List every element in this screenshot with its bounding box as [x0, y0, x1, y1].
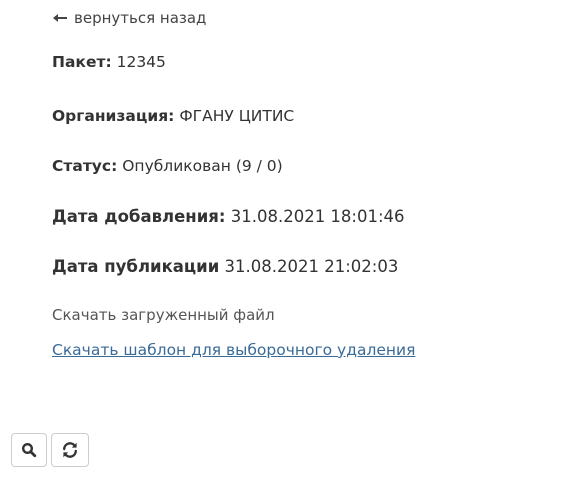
organization-row: Организация: ФГАНУ ЦИТИС: [52, 107, 294, 125]
refresh-button[interactable]: [51, 433, 89, 467]
download-uploaded-file-link[interactable]: Скачать загруженный файл: [52, 306, 275, 324]
download-template-link[interactable]: Скачать шаблон для выборочного удаления: [52, 341, 415, 359]
search-button[interactable]: [11, 433, 47, 467]
status-label: Статус:: [52, 157, 118, 175]
back-link-label: вернуться назад: [74, 9, 207, 27]
status-row: Статус: Опубликован (9 / 0): [52, 157, 283, 175]
status-value: Опубликован (9 / 0): [122, 157, 283, 175]
back-link[interactable]: вернуться назад: [52, 9, 206, 27]
organization-label: Организация:: [52, 107, 175, 125]
date-added-row: Дата добавления: 31.08.2021 18:01:46: [52, 207, 405, 226]
date-published-row: Дата публикации 31.08.2021 21:02:03: [52, 257, 398, 276]
date-added-label: Дата добавления:: [52, 207, 226, 226]
date-published-label: Дата публикации: [52, 257, 220, 276]
arrow-left-icon: [53, 13, 67, 22]
package-value: 12345: [116, 53, 166, 71]
package-label: Пакет:: [52, 53, 112, 71]
refresh-icon: [63, 442, 77, 458]
organization-value: ФГАНУ ЦИТИС: [179, 107, 295, 125]
package-row: Пакет: 12345: [52, 53, 166, 71]
date-published-value: 31.08.2021 21:02:03: [224, 257, 399, 276]
search-icon: [21, 442, 37, 458]
date-added-value: 31.08.2021 18:01:46: [230, 207, 405, 226]
